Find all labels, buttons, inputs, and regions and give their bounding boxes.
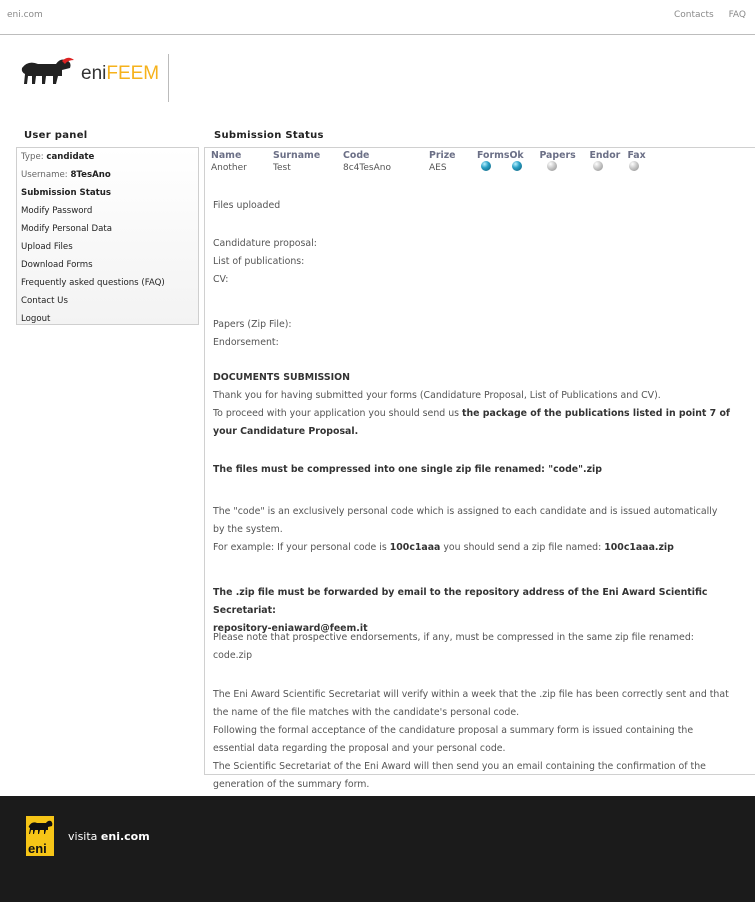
brand-eni: eni <box>81 63 107 84</box>
status-table: Name Surname Code Prize Forms Ok Papers … <box>211 149 657 174</box>
sidebar-item-upload-files[interactable]: Upload Files <box>17 238 198 256</box>
fax-status-icon <box>629 161 640 171</box>
file-list-of-publications: List of publications: <box>213 256 305 267</box>
verification-text: The Eni Award Scientific Secretariat wil… <box>213 686 753 794</box>
user-type: Type: candidate <box>17 148 198 166</box>
user-panel: Type: candidate Username: 8TesAno Submis… <box>16 147 199 325</box>
type-value: candidate <box>46 152 95 162</box>
footer-logo-text: eni <box>28 841 47 856</box>
zip-instruction: The files must be compressed into one si… <box>213 461 753 479</box>
verification-line2: the name of the file matches with the ca… <box>213 707 520 718</box>
sidebar-item-download-forms[interactable]: Download Forms <box>17 256 198 274</box>
col-papers: Papers <box>539 149 576 161</box>
col-code: Code <box>343 149 370 161</box>
status-table-header: Name Surname Code Prize Forms Ok Papers … <box>211 149 657 161</box>
file-cv: CV: <box>213 274 229 285</box>
col-surname: Surname <box>273 149 321 161</box>
top-links: Contacts FAQ <box>662 10 746 20</box>
zip-instruction-text: The files must be compressed into one si… <box>213 464 602 475</box>
contacts-link[interactable]: Contacts <box>674 10 714 20</box>
faq-link[interactable]: FAQ <box>729 10 746 20</box>
visit-prefix: visita <box>68 830 101 843</box>
forms-status-icon <box>481 161 491 171</box>
sidebar-item-modify-password[interactable]: Modify Password <box>17 202 198 220</box>
logo-divider <box>168 54 169 102</box>
proceed-text: To proceed with your application you sho… <box>213 408 463 419</box>
proceed-bold: the package of the publications listed i… <box>462 408 730 419</box>
cell-prize: AES <box>429 162 447 173</box>
ok-status-icon <box>512 161 523 171</box>
site-link[interactable]: eni.com <box>7 10 43 20</box>
username-label: Username: <box>21 170 68 180</box>
papers-status-icon <box>547 161 558 171</box>
thanks-text: Thank you for having submitted your form… <box>213 390 661 401</box>
email-instruction-text: The .zip file must be forwarded by email… <box>213 587 708 616</box>
sidebar-item-faq[interactable]: Frequently asked questions (FAQ) <box>17 274 198 292</box>
verification-line3: Following the formal acceptance of the c… <box>213 725 694 736</box>
cell-name: Another <box>211 162 247 173</box>
code-explanation-line2: by the system. <box>213 524 283 535</box>
verification-line4: essential data regarding the proposal an… <box>213 743 506 754</box>
page-title: Submission Status <box>214 130 324 141</box>
submission-status-panel: Name Surname Code Prize Forms Ok Papers … <box>204 147 755 790</box>
eni-footer-logo[interactable]: eni <box>26 816 54 856</box>
enifeem-logo[interactable]: eniFEEM <box>18 54 169 104</box>
brand-name: eniFEEM <box>81 63 159 85</box>
example-code: 100c1aaa <box>389 542 441 553</box>
file-papers-zip: Papers (Zip File): <box>213 319 292 330</box>
endorsement-note: Please note that prospective endorsement… <box>213 629 753 665</box>
footer: eni visita eni.com <box>0 796 755 902</box>
visit-eni-link[interactable]: visita eni.com <box>68 830 150 843</box>
example-zip: 100c1aaa.zip <box>604 542 674 553</box>
visit-link-text: eni.com <box>100 830 150 843</box>
endorsement-note-line2: code.zip <box>213 650 253 661</box>
col-name: Name <box>211 149 242 161</box>
file-endorsement: Endorsement: <box>213 337 279 348</box>
sidebar-item-logout[interactable]: Logout <box>17 310 198 328</box>
example-text: For example: If your personal code is <box>213 542 390 553</box>
sidebar-item-modify-personal-data[interactable]: Modify Personal Data <box>17 220 198 238</box>
verification-line1: The Eni Award Scientific Secretariat wil… <box>213 689 729 700</box>
col-ok: Ok <box>509 149 524 161</box>
documents-submission-section: DOCUMENTS SUBMISSION Thank you for havin… <box>213 369 753 441</box>
sidebar-item-contact-us[interactable]: Contact Us <box>17 292 198 310</box>
proceed-bold-end: your Candidature Proposal. <box>213 426 359 437</box>
top-bar: eni.com Contacts FAQ <box>0 0 755 34</box>
endorsement-note-line1: Please note that prospective endorsement… <box>213 632 694 643</box>
endor-status-icon <box>593 161 604 171</box>
verification-line5: The Scientific Secretariat of the Eni Aw… <box>213 761 706 772</box>
code-explanation: The "code" is an exclusively personal co… <box>213 503 753 557</box>
cell-code: 8c4TesAno <box>343 162 391 173</box>
type-label: Type: <box>21 152 44 162</box>
top-divider <box>0 34 755 35</box>
table-row: Another Test 8c4TesAno AES <box>211 161 657 174</box>
brand-feem: FEEM <box>106 63 160 84</box>
example-text-2: you should send a zip file named: <box>440 542 605 553</box>
verification-line6: generation of the summary form. <box>213 779 370 790</box>
col-fax: Fax <box>627 149 646 161</box>
username-value: 8TesAno <box>70 170 111 180</box>
col-forms: Forms <box>477 149 510 161</box>
col-endor: Endor <box>589 149 621 161</box>
user-name: Username: 8TesAno <box>17 166 198 184</box>
six-legged-dog-icon <box>28 820 53 834</box>
code-explanation-line1: The "code" is an exclusively personal co… <box>213 506 718 517</box>
six-legged-dog-icon <box>21 57 74 84</box>
cell-surname: Test <box>273 162 291 173</box>
sidebar-item-submission-status[interactable]: Submission Status <box>17 184 198 202</box>
col-prize: Prize <box>429 149 456 161</box>
user-panel-title: User panel <box>24 130 88 141</box>
documents-submission-heading: DOCUMENTS SUBMISSION <box>213 372 350 383</box>
file-candidature-proposal: Candidature proposal: <box>213 238 317 249</box>
files-uploaded-label: Files uploaded <box>213 200 281 211</box>
